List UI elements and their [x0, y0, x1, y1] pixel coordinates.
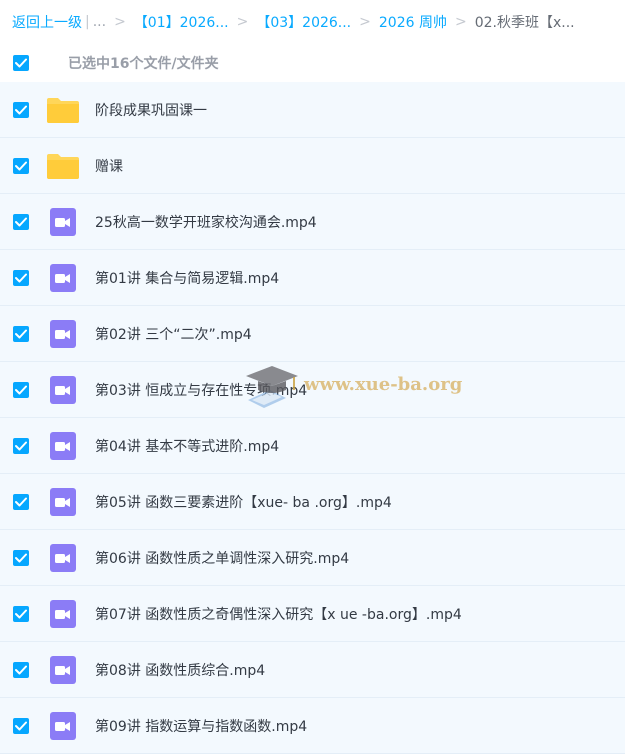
chevron-right-icon: > — [359, 14, 371, 30]
video-file-icon — [50, 320, 76, 348]
video-file-icon — [46, 208, 80, 236]
video-file-icon — [50, 376, 76, 404]
crumb-2[interactable]: 【03】2026... — [256, 12, 351, 32]
video-file-icon — [46, 320, 80, 348]
row-checkbox[interactable] — [13, 382, 29, 398]
video-file-icon — [46, 544, 80, 572]
crumb-3[interactable]: 2026 周帅 — [379, 12, 447, 32]
row-checkbox[interactable] — [13, 438, 29, 454]
checkmark-icon — [15, 497, 27, 507]
row-checkbox[interactable] — [13, 550, 29, 566]
video-file-icon — [46, 264, 80, 292]
file-row[interactable]: 第09讲 指数运算与指数函数.mp4 — [0, 698, 625, 754]
back-link[interactable]: 返回上一级 — [12, 12, 82, 32]
folder-icon — [47, 98, 79, 123]
video-file-icon — [50, 432, 76, 460]
row-checkbox[interactable] — [13, 718, 29, 734]
selection-count-label: 已选中16个文件/文件夹 — [68, 56, 219, 72]
crumb-ellipsis[interactable]: ... — [93, 14, 106, 30]
folder-icon — [46, 96, 80, 124]
checkmark-icon — [15, 665, 27, 675]
file-row[interactable]: 第01讲 集合与简易逻辑.mp4 — [0, 250, 625, 306]
chevron-right-icon: > — [454, 14, 467, 30]
row-checkbox[interactable] — [13, 326, 29, 342]
file-row[interactable]: 第08讲 函数性质综合.mp4 — [0, 642, 625, 698]
file-row[interactable]: 第04讲 基本不等式进阶.mp4 — [0, 418, 625, 474]
video-file-icon — [46, 656, 80, 684]
file-row[interactable]: 25秋高一数学开班家校沟通会.mp4 — [0, 194, 625, 250]
checkmark-icon — [15, 217, 27, 227]
file-name[interactable]: 第03讲 恒成立与存在性专项.mp4 — [95, 380, 307, 400]
file-name[interactable]: 第02讲 三个“二次”.mp4 — [95, 324, 252, 344]
row-checkbox[interactable] — [13, 606, 29, 622]
checkmark-icon — [15, 329, 27, 339]
select-all-checkbox[interactable] — [13, 55, 29, 71]
file-row[interactable]: 第07讲 函数性质之奇偶性深入研究【x ue -ba.org】.mp4 — [0, 586, 625, 642]
file-name[interactable]: 25秋高一数学开班家校沟通会.mp4 — [95, 212, 317, 232]
video-file-icon — [50, 712, 76, 740]
file-name[interactable]: 第07讲 函数性质之奇偶性深入研究【x ue -ba.org】.mp4 — [95, 604, 462, 624]
folder-row[interactable]: 阶段成果巩固课一 — [0, 82, 625, 138]
video-file-icon — [50, 208, 76, 236]
file-name[interactable]: 第05讲 函数三要素进阶【xue- ba .org】.mp4 — [95, 492, 392, 512]
chevron-right-icon: > — [236, 14, 249, 30]
video-file-icon — [46, 488, 80, 516]
chevron-right-icon: > — [114, 14, 126, 30]
checkmark-icon — [15, 105, 27, 115]
file-row[interactable]: 第03讲 恒成立与存在性专项.mp4 — [0, 362, 625, 418]
folder-icon — [46, 152, 80, 180]
video-file-icon — [46, 376, 80, 404]
checkmark-icon — [15, 58, 27, 68]
file-name[interactable]: 第01讲 集合与简易逻辑.mp4 — [95, 268, 279, 288]
video-file-icon — [50, 488, 76, 516]
row-checkbox[interactable] — [13, 214, 29, 230]
video-file-icon — [50, 544, 76, 572]
file-row[interactable]: 第02讲 三个“二次”.mp4 — [0, 306, 625, 362]
row-checkbox[interactable] — [13, 494, 29, 510]
row-checkbox[interactable] — [13, 158, 29, 174]
crumb-current: 02.秋季班【x... — [474, 15, 575, 31]
video-file-icon — [50, 600, 76, 628]
folder-row[interactable]: 赠课 — [0, 138, 625, 194]
file-name[interactable]: 第06讲 函数性质之单调性深入研究.mp4 — [95, 548, 349, 568]
checkmark-icon — [15, 441, 27, 451]
row-checkbox[interactable] — [13, 270, 29, 286]
file-name[interactable]: 阶段成果巩固课一 — [95, 100, 207, 120]
video-file-icon — [46, 600, 80, 628]
video-file-icon — [50, 656, 76, 684]
file-name[interactable]: 第09讲 指数运算与指数函数.mp4 — [95, 716, 307, 736]
video-file-icon — [46, 432, 80, 460]
checkmark-icon — [15, 273, 27, 283]
breadcrumb: 返回上一级 | ... > 【01】2026... > 【03】2026... … — [0, 0, 625, 44]
video-file-icon — [46, 712, 80, 740]
file-row[interactable]: 第05讲 函数三要素进阶【xue- ba .org】.mp4 — [0, 474, 625, 530]
checkmark-icon — [15, 609, 27, 619]
file-row[interactable]: 第06讲 函数性质之单调性深入研究.mp4 — [0, 530, 625, 586]
checkmark-icon — [15, 161, 27, 171]
checkmark-icon — [15, 721, 27, 731]
crumb-1[interactable]: 【01】2026... — [134, 12, 229, 32]
file-list: 阶段成果巩固课一 赠课 25秋高一数学开班家校沟通会.mp4 第01讲 集合与简易逻辑… — [0, 82, 625, 754]
row-checkbox[interactable] — [13, 662, 29, 678]
file-name[interactable]: 第04讲 基本不等式进阶.mp4 — [95, 436, 279, 456]
row-checkbox[interactable] — [13, 102, 29, 118]
video-file-icon — [50, 264, 76, 292]
file-name[interactable]: 第08讲 函数性质综合.mp4 — [95, 660, 265, 680]
folder-icon — [47, 154, 79, 179]
selection-bar: 已选中16个文件/文件夹 — [0, 44, 625, 82]
file-name[interactable]: 赠课 — [95, 156, 123, 176]
checkmark-icon — [15, 385, 27, 395]
crumb-divider: | — [85, 14, 90, 30]
checkmark-icon — [15, 553, 27, 563]
